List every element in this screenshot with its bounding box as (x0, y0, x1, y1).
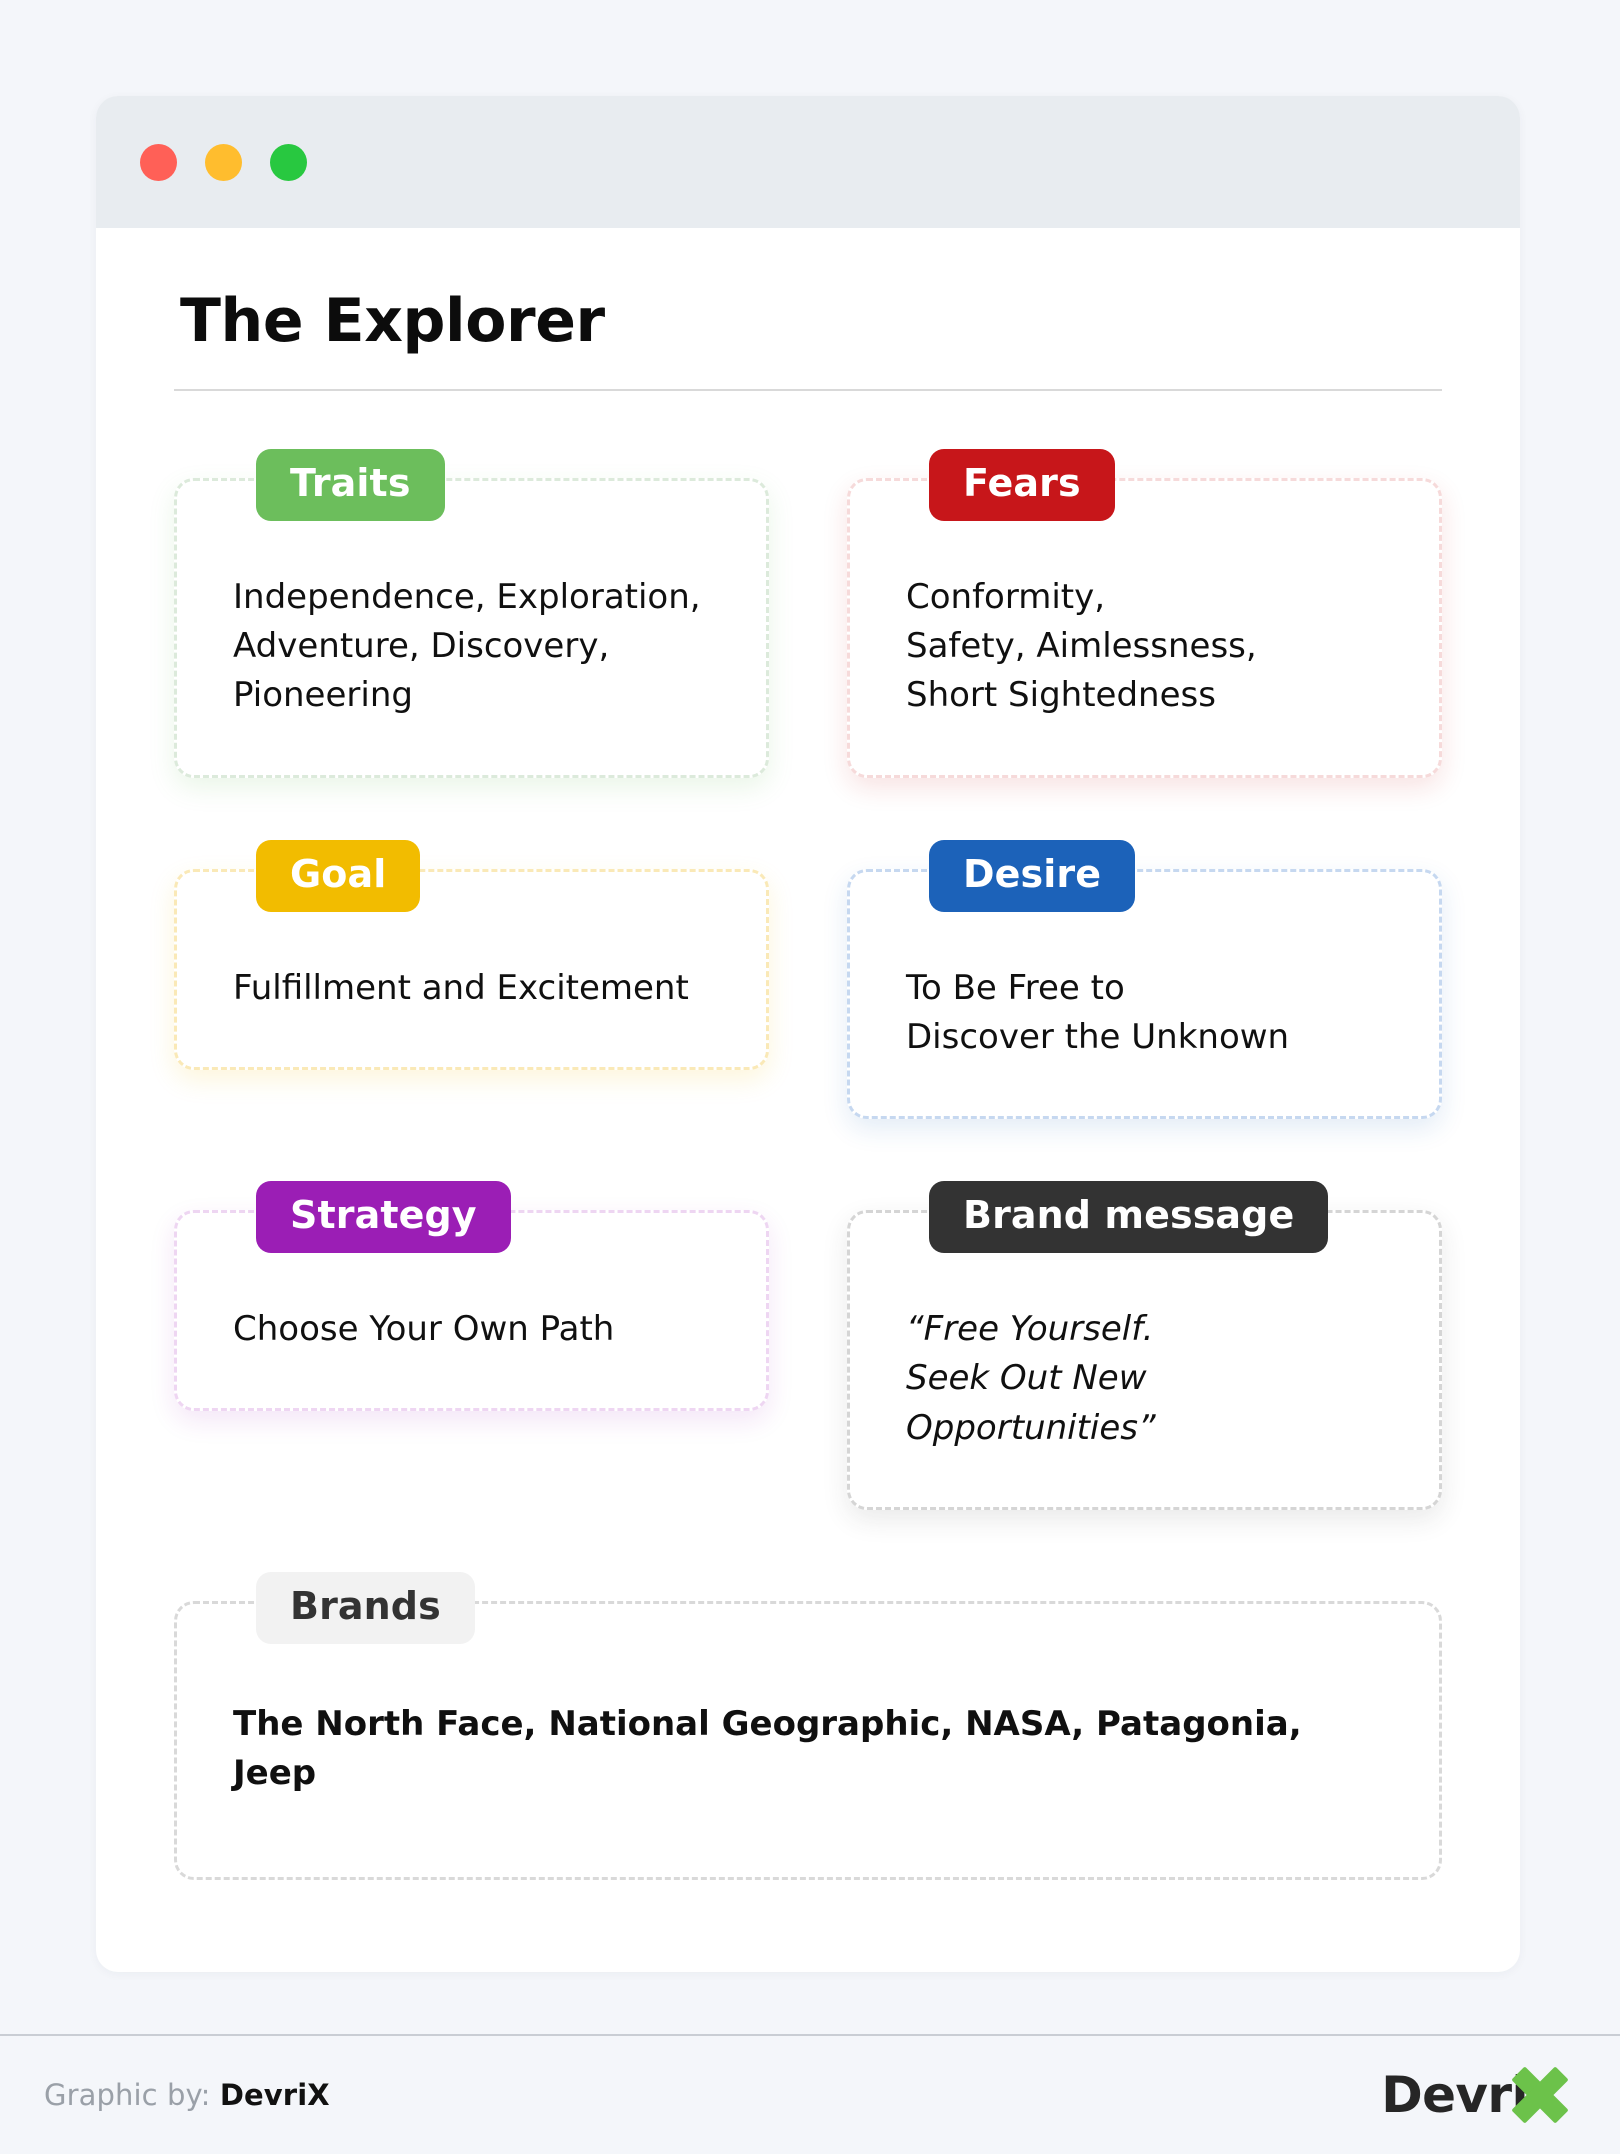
card-text-brand-message: “Free Yourself. Seek Out New Opportuniti… (906, 1309, 1156, 1448)
browser-titlebar (96, 96, 1520, 228)
card-desire: Desire To Be Free to Discover the Unknow… (847, 839, 1442, 1120)
browser-window: The Explorer Traits Independence, Explor… (96, 96, 1520, 1972)
card-body-brand-message: “Free Yourself. Seek Out New Opportuniti… (847, 1210, 1442, 1511)
card-badge-traits: Traits (256, 449, 445, 521)
card-goal: Goal Fulfillment and Excitement (174, 839, 769, 1119)
card-badge-desire: Desire (929, 839, 1136, 912)
credit-prefix: Graphic by: (44, 2078, 211, 2112)
devrix-logo: Devri (1381, 2066, 1576, 2124)
credit-line: Graphic by: DevriX (44, 2078, 330, 2112)
card-badge-goal: Goal (256, 839, 421, 912)
card-text-desire: To Be Free to Discover the Unknown (906, 967, 1290, 1057)
maximize-dot[interactable] (270, 143, 307, 181)
card-body-traits: Independence, Exploration, Adventure, Di… (174, 477, 769, 778)
card-traits: Traits Independence, Exploration, Advent… (174, 449, 769, 778)
card-badge-brand-message: Brand message (929, 1181, 1329, 1254)
card-body-fears: Conformity, Safety, Aimlessness, Short S… (847, 477, 1442, 778)
card-badge-brands: Brands (256, 1572, 475, 1644)
page-footer: Graphic by: DevriX Devri (0, 2036, 1620, 2154)
minimize-dot[interactable] (205, 143, 242, 181)
page-title: The Explorer (180, 286, 605, 356)
card-brand-message: Brand message “Free Yourself. Seek Out N… (847, 1181, 1442, 1511)
card-text-goal: Fulfillment and Excitement (233, 967, 689, 1008)
card-badge-strategy: Strategy (256, 1181, 511, 1254)
infographic-page: The Explorer Traits Independence, Explor… (0, 0, 1620, 2154)
card-text-strategy: Choose Your Own Path (233, 1309, 615, 1350)
card-brands: Brands The North Face, National Geograph… (174, 1572, 1442, 1880)
browser-window-wrapper: The Explorer Traits Independence, Explor… (0, 0, 1620, 1980)
devrix-logo-text: Devri (1381, 2066, 1528, 2124)
title-divider (174, 389, 1442, 391)
card-fears: Fears Conformity, Safety, Aimlessness, S… (847, 449, 1442, 778)
close-dot[interactable] (140, 143, 177, 181)
card-strategy: Strategy Choose Your Own Path (174, 1181, 769, 1510)
card-text-fears: Conformity, Safety, Aimlessness, Short S… (906, 576, 1257, 716)
browser-content: The Explorer Traits Independence, Explor… (96, 228, 1520, 1972)
card-text-brands: The North Face, National Geographic, NAS… (233, 1703, 1302, 1794)
devrix-x-icon (1511, 2066, 1569, 2124)
card-badge-fears: Fears (929, 449, 1115, 521)
credit-brand: DevriX (219, 2078, 330, 2112)
archetype-card-grid: Traits Independence, Exploration, Advent… (174, 449, 1442, 1880)
card-text-traits: Independence, Exploration, Adventure, Di… (233, 576, 701, 716)
